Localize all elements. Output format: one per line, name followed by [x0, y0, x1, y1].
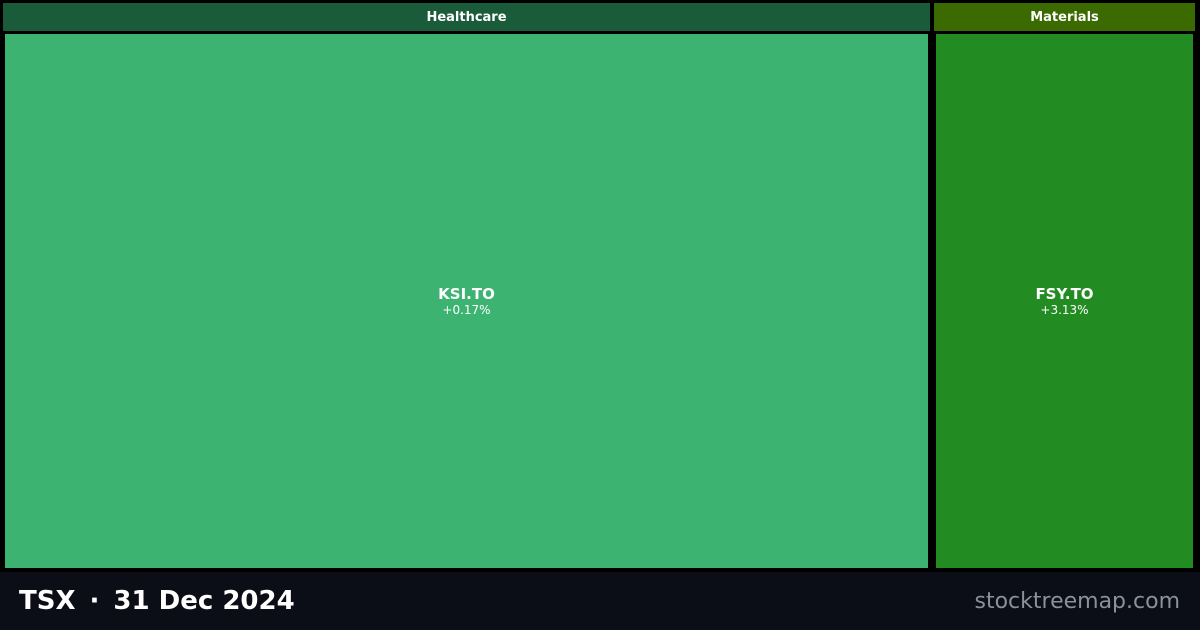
sector-healthcare: Healthcare KSI.TO +0.17% — [2, 2, 931, 570]
sector-header: Materials — [934, 3, 1195, 31]
sector-materials: Materials FSY.TO +3.13% — [933, 2, 1196, 570]
stock-change: +3.13% — [1040, 303, 1089, 317]
stock-ticker: FSY.TO — [1035, 285, 1094, 303]
footer-separator: · — [89, 586, 100, 616]
treemap: Healthcare KSI.TO +0.17% Materials FSY.TO +3.… — [0, 0, 1200, 572]
stock-change: +0.17% — [442, 303, 491, 317]
stock-tile[interactable]: FSY.TO +3.13% — [936, 34, 1193, 568]
date-label: 31 Dec 2024 — [113, 586, 295, 616]
site-watermark: stocktreemap.com — [974, 588, 1181, 614]
footer-title: TSX · 31 Dec 2024 — [19, 586, 295, 616]
stock-ticker: KSI.TO — [438, 285, 495, 303]
exchange-label: TSX — [19, 586, 76, 616]
sector-header: Healthcare — [3, 3, 930, 31]
footer-bar: TSX · 31 Dec 2024 stocktreemap.com — [0, 572, 1200, 630]
stock-tile[interactable]: KSI.TO +0.17% — [5, 34, 928, 568]
